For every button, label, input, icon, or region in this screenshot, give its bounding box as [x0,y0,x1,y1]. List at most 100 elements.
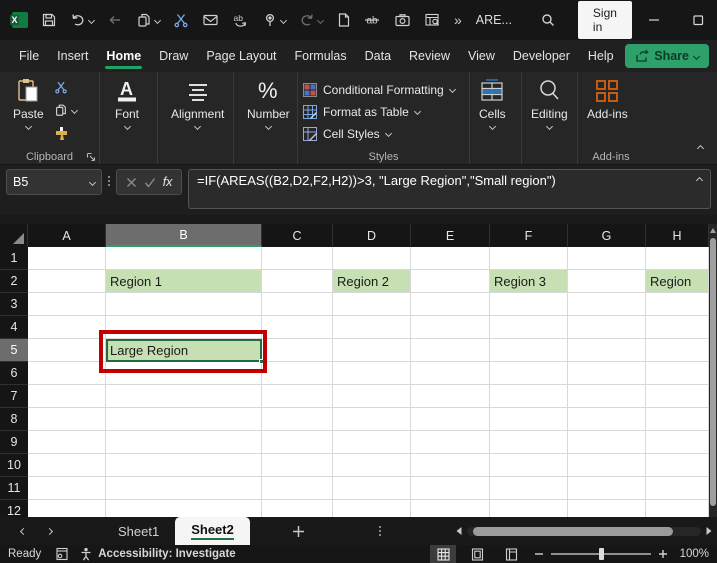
row-header-8[interactable]: 8 [0,408,28,431]
cell-A3[interactable] [28,293,106,316]
formula-bar-collapse-icon[interactable] [696,177,703,184]
cell-G7[interactable] [568,385,646,408]
cell-A4[interactable] [28,316,106,339]
cell-F8[interactable] [490,408,568,431]
next-sheet-button[interactable] [36,529,62,534]
cell-G8[interactable] [568,408,646,431]
cell-G3[interactable] [568,293,646,316]
cell-D5[interactable] [333,339,411,362]
cell-H2[interactable]: Region [646,270,709,293]
cell-H9[interactable] [646,431,709,454]
cell-A7[interactable] [28,385,106,408]
enter-icon[interactable] [144,177,156,188]
cell-A1[interactable] [28,247,106,270]
cell-F9[interactable] [490,431,568,454]
cell-H11[interactable] [646,477,709,500]
cell-B1[interactable] [106,247,262,270]
font-menu-button[interactable]: A Font [105,76,149,131]
cell-A10[interactable] [28,454,106,477]
row-header-1[interactable]: 1 [0,247,28,270]
column-header-G[interactable]: G [568,224,646,247]
cell-H8[interactable] [646,408,709,431]
zoom-slider[interactable] [551,553,651,555]
more-commands-icon[interactable]: » [454,12,462,28]
ribbon-tab-insert[interactable]: Insert [48,42,97,70]
touch-mode-button[interactable] [262,12,286,28]
row-header-5[interactable]: 5 [0,339,28,362]
cell-C1[interactable] [262,247,333,270]
cell-A9[interactable] [28,431,106,454]
email-link-icon[interactable] [202,12,219,28]
cell-G6[interactable] [568,362,646,385]
cell-B8[interactable] [106,408,262,431]
cells-menu-button[interactable]: Cells [475,76,510,131]
cell-E10[interactable] [411,454,490,477]
cell-B9[interactable] [106,431,262,454]
new-sheet-button[interactable] [292,525,305,538]
vertical-scroll-thumb[interactable] [710,238,716,506]
cell-E12[interactable] [411,500,490,517]
cell-B11[interactable] [106,477,262,500]
new-file-icon[interactable] [336,12,351,28]
cell-C3[interactable] [262,293,333,316]
cell-G5[interactable] [568,339,646,362]
cell-F1[interactable] [490,247,568,270]
row-header-9[interactable]: 9 [0,431,28,454]
format-as-table-button[interactable]: Format as Table [303,102,455,121]
cell-D9[interactable] [333,431,411,454]
find-replace-icon[interactable]: ab [232,12,249,28]
cell-H10[interactable] [646,454,709,477]
cell-D12[interactable] [333,500,411,517]
cell-D6[interactable] [333,362,411,385]
number-menu-button[interactable]: % Number [239,76,298,131]
cell-A8[interactable] [28,408,106,431]
clipboard-dialog-launcher-icon[interactable] [86,152,96,162]
cell-B12[interactable] [106,500,262,517]
cell-D4[interactable] [333,316,411,339]
format-painter-button[interactable] [54,124,77,142]
cell-D8[interactable] [333,408,411,431]
cell-C8[interactable] [262,408,333,431]
cell-A12[interactable] [28,500,106,517]
cell-B10[interactable] [106,454,262,477]
row-header-2[interactable]: 2 [0,270,28,293]
ribbon-tab-view[interactable]: View [459,42,504,70]
cell-C2[interactable] [262,270,333,293]
cell-A2[interactable] [28,270,106,293]
column-header-A[interactable]: A [28,224,106,247]
insert-function-button[interactable]: fx [163,175,173,189]
cell-C9[interactable] [262,431,333,454]
cut-button[interactable] [54,78,77,96]
cell-H3[interactable] [646,293,709,316]
conditional-formatting-button[interactable]: Conditional Formatting [303,80,455,99]
zoom-slider-thumb[interactable] [599,548,604,560]
cut-icon[interactable] [173,12,189,28]
column-header-C[interactable]: C [262,224,333,247]
scroll-up-arrow-icon[interactable] [710,228,716,233]
cell-E1[interactable] [411,247,490,270]
row-header-4[interactable]: 4 [0,316,28,339]
minimize-button[interactable] [632,0,676,40]
zoom-out-button[interactable] [534,549,544,559]
cell-E9[interactable] [411,431,490,454]
alignment-menu-button[interactable]: Alignment [163,76,232,131]
screenshot-preview-icon[interactable] [424,12,441,28]
ribbon-tab-home[interactable]: Home [97,42,150,70]
horizontal-scrollbar[interactable] [455,526,713,536]
cell-C10[interactable] [262,454,333,477]
cell-E6[interactable] [411,362,490,385]
cell-D1[interactable] [333,247,411,270]
cell-B7[interactable] [106,385,262,408]
cell-G9[interactable] [568,431,646,454]
row-header-10[interactable]: 10 [0,454,28,477]
name-box[interactable]: B5 [6,169,102,195]
scroll-right-arrow-icon[interactable] [705,526,713,536]
normal-view-button[interactable] [430,545,456,563]
cell-D7[interactable] [333,385,411,408]
ribbon-tab-data[interactable]: Data [356,42,400,70]
formula-input[interactable]: =IF(AREAS((B2,D2,F2,H2))>3, "Large Regio… [188,169,711,209]
cell-F12[interactable] [490,500,568,517]
cell-B4[interactable] [106,316,262,339]
cell-F2[interactable]: Region 3 [490,270,568,293]
cell-C5[interactable] [262,339,333,362]
